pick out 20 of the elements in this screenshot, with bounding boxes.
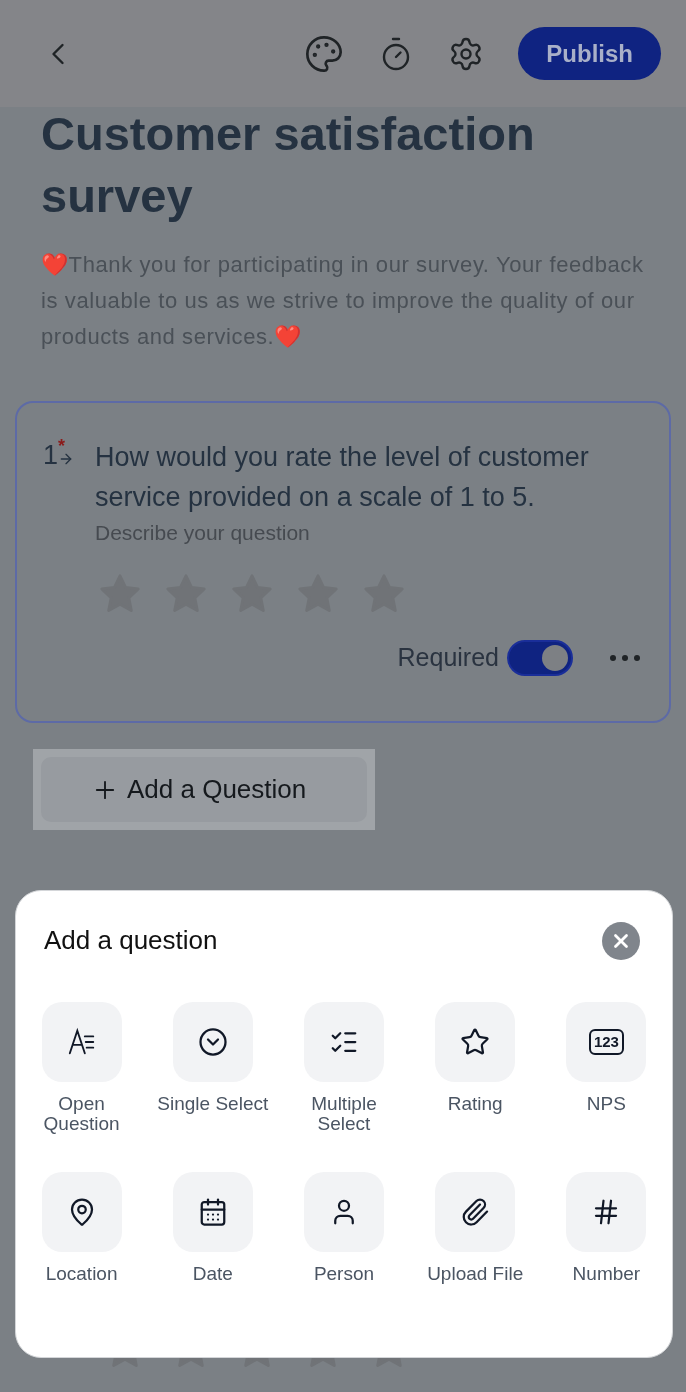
question-type-label: Open Question	[42, 1094, 121, 1134]
question-type-label: Number	[571, 1264, 642, 1284]
survey-title: Customer satisfaction survey	[41, 106, 536, 224]
required-label: Required	[397, 642, 499, 673]
question-type-label: Upload File	[426, 1264, 525, 1284]
number-box-icon: 123	[588, 1029, 624, 1055]
question-type-label: Multiple Select	[310, 1094, 378, 1134]
question-title: How would you rate the level of customer service provided on a scale of 1 to 5.	[95, 441, 590, 514]
question-type-label: Location	[44, 1264, 119, 1284]
add-question-button[interactable]: Add a Question	[41, 757, 367, 822]
question-type-tile[interactable]: 123	[566, 1002, 647, 1082]
sheet-title: Add a question	[44, 924, 218, 957]
question-type-label: Date	[191, 1264, 234, 1284]
required-asterisk: *	[58, 439, 67, 453]
question-number: 1	[43, 440, 59, 471]
question-type-label: Person	[312, 1264, 376, 1284]
publish-button[interactable]: Publish	[518, 27, 661, 80]
question-type-label: Single Select	[156, 1094, 270, 1114]
question-type-label: Rating	[446, 1094, 504, 1114]
question-type-label: NPS	[585, 1094, 627, 1114]
